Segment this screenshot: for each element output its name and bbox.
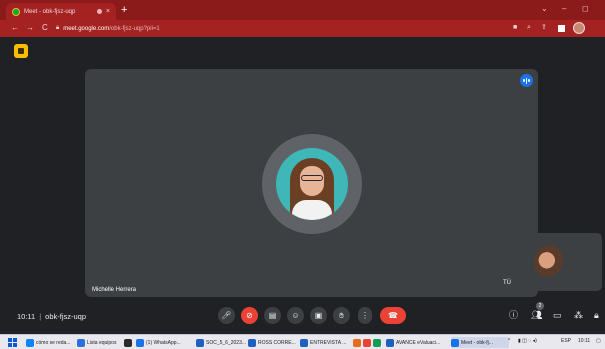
microphone-icon: 🎤︎ xyxy=(221,311,232,320)
browser-toolbar: ← → C 🔒︎ meet.google.com/obk-fjsz-uqp?pl… xyxy=(0,20,605,37)
back-arrow-icon[interactable]: ← xyxy=(11,23,19,33)
activities-icon[interactable]: ⁂ xyxy=(574,310,583,320)
taskbar-app-11[interactable]: Meet - obk-fj... xyxy=(451,337,509,348)
self-label: TÚ xyxy=(503,280,511,286)
meeting-separator: | xyxy=(39,312,42,321)
taskbar-app-label: SOC_5_6_2023... xyxy=(206,339,246,346)
companion-icon[interactable] xyxy=(14,44,28,58)
recording-indicator-icon xyxy=(96,9,102,14)
taskbar-app-9[interactable] xyxy=(373,337,383,348)
language-indicator[interactable]: ESP xyxy=(561,338,571,344)
audio-level-icon xyxy=(520,74,533,87)
phone-hangup-icon: ☎︎ xyxy=(388,311,398,320)
tab-title: Meet - obk-fjsz-uqp xyxy=(24,8,76,15)
meeting-code: obk-fjsz-uqp xyxy=(45,312,87,321)
show-hidden-icons[interactable]: ^ xyxy=(508,338,510,344)
more-vert-icon: ⋮ xyxy=(361,311,369,320)
url-host: meet.google.com xyxy=(63,25,110,32)
tray-icons[interactable]: ▮ ◫ ◌ ◂) xyxy=(518,338,537,344)
share-icon[interactable]: ⇪ xyxy=(541,23,547,33)
maximize-button[interactable]: ◻ xyxy=(582,4,589,14)
microphone-button[interactable]: 🎤︎ xyxy=(218,307,235,324)
leave-call-button[interactable]: ☎︎ xyxy=(380,307,406,324)
zoom-icon[interactable]: ⌕ xyxy=(527,23,531,33)
lock-icon: 🔒︎ xyxy=(56,25,60,31)
minimize-button[interactable]: – xyxy=(562,4,566,14)
meeting-time: 10:11 xyxy=(17,312,36,321)
taskbar-app-icon xyxy=(353,338,361,347)
meet-favicon-icon xyxy=(12,7,20,16)
taskbar-app-6[interactable]: ENTREVISTA ... xyxy=(300,337,350,348)
reactions-button[interactable]: ☺ xyxy=(287,307,304,324)
side-panel-icon[interactable] xyxy=(558,25,565,32)
taskbar: cómo se reda... Lista equipos (1) WhatsApp… xyxy=(0,334,605,349)
main-participant-tile: Michelle Herrera xyxy=(85,69,538,297)
browser-tab-meet[interactable]: Meet - obk-fjsz-uqp × xyxy=(6,3,116,20)
taskbar-app-label: Meet - obk-fj... xyxy=(461,339,493,346)
taskbar-app-icon xyxy=(300,338,308,347)
url-text: meet.google.com/obk-fjsz-uqp?pli=1 xyxy=(63,26,160,32)
taskbar-app-icon xyxy=(196,338,204,347)
profile-avatar[interactable] xyxy=(573,22,585,34)
taskbar-app-icon xyxy=(248,338,256,347)
taskbar-app-8[interactable] xyxy=(363,337,373,348)
participant-count-badge: 2 xyxy=(536,302,544,310)
reload-icon[interactable]: C xyxy=(42,23,48,33)
captions-icon: ▤ xyxy=(268,311,277,320)
taskbar-app-icon xyxy=(26,338,34,347)
taskbar-app-4[interactable]: SOC_5_6_2023... xyxy=(196,337,246,348)
notifications-icon[interactable]: ▢ xyxy=(596,338,601,344)
emoji-icon: ☺ xyxy=(291,311,300,320)
taskbar-app-icon xyxy=(451,338,459,347)
avatar-ring xyxy=(262,134,362,234)
tab-close-button[interactable]: × xyxy=(106,8,110,15)
taskbar-app-label: AVANCE eValuaci... xyxy=(396,339,441,346)
address-bar[interactable]: 🔒︎ meet.google.com/obk-fjsz-uqp?pli=1 xyxy=(56,23,506,34)
taskbar-app-label: Lista equipos xyxy=(87,339,117,346)
taskbar-app-label: ENTREVISTA ... xyxy=(310,339,347,346)
taskbar-app-3[interactable]: (1) WhatsApp... xyxy=(136,337,194,348)
taskbar-app-label: ROSS CORRE... xyxy=(258,339,296,346)
taskbar-app-0[interactable]: cómo se reda... xyxy=(26,337,74,348)
windows-start-icon[interactable] xyxy=(8,338,17,347)
taskbar-app-icon xyxy=(373,338,381,347)
people-icon[interactable]: 👥︎ xyxy=(531,310,542,320)
taskbar-app-10[interactable]: AVANCE eValuaci... xyxy=(386,337,448,348)
tab-search-icon[interactable]: ⌄ xyxy=(541,4,548,14)
taskbar-app-label: cómo se reda... xyxy=(36,339,71,346)
camera-off-button[interactable]: ⊘ xyxy=(241,307,258,324)
participant-name: Michelle Herrera xyxy=(92,287,137,293)
present-button[interactable]: ▣ xyxy=(310,307,327,324)
meeting-info-icon[interactable]: ⓘ xyxy=(509,310,518,320)
more-options-button[interactable]: ⋮ xyxy=(358,307,372,324)
host-controls-icon[interactable]: 🔒︎ xyxy=(594,310,599,320)
participant-avatar xyxy=(276,148,348,220)
self-view-tile[interactable]: TÚ xyxy=(498,233,602,291)
hand-icon: ✋︎ xyxy=(339,310,344,320)
new-tab-button[interactable]: + xyxy=(121,4,127,16)
meeting-details: 10:11 | obk-fjsz-uqp xyxy=(17,312,86,321)
taskbar-app-icon xyxy=(136,338,144,347)
raise-hand-button[interactable]: ✋︎ xyxy=(333,307,350,324)
taskbar-app-icon xyxy=(386,338,394,347)
camera-in-use-icon[interactable]: ■ xyxy=(513,23,517,33)
captions-button[interactable]: ▤ xyxy=(264,307,281,324)
taskbar-app-1[interactable]: Lista equipos xyxy=(77,337,121,348)
url-path: /obk-fjsz-uqp?pli=1 xyxy=(109,25,160,32)
browser-tab-strip: Meet - obk-fjsz-uqp × + ⌄ – ◻ xyxy=(0,0,605,20)
taskbar-clock[interactable]: 10:11 xyxy=(578,338,590,344)
forward-arrow-icon[interactable]: → xyxy=(26,23,34,33)
self-video xyxy=(534,245,566,279)
present-screen-icon: ▣ xyxy=(314,311,323,320)
taskbar-app-5[interactable]: ROSS CORRE... xyxy=(248,337,298,348)
taskbar-app-7[interactable] xyxy=(353,337,363,348)
taskbar-app-icon xyxy=(363,338,371,347)
taskbar-app-icon xyxy=(77,338,85,347)
taskbar-app-icon xyxy=(124,338,132,347)
taskbar-app-label: (1) WhatsApp... xyxy=(146,339,181,346)
camera-off-icon: ⊘ xyxy=(246,311,253,320)
taskbar-app-2[interactable] xyxy=(124,337,134,348)
chat-icon[interactable]: ▭ xyxy=(553,310,562,320)
